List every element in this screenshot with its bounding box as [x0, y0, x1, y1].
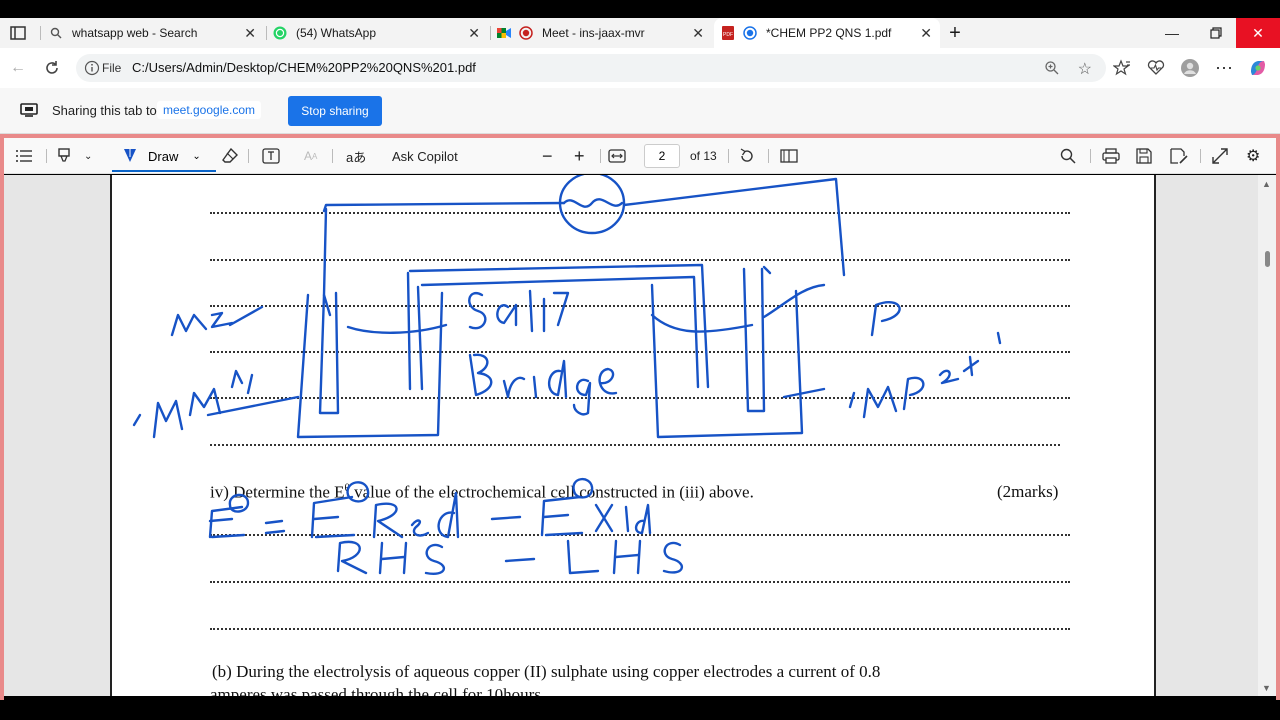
pdf-page: iv) Determine the Eθ value of the electr… — [110, 175, 1156, 696]
text-size-icon: AA — [304, 149, 318, 163]
tab-pdf-active[interactable]: PDF *CHEM PP2 QNS 1.pdf ✕ — [714, 18, 940, 48]
vertical-scrollbar[interactable]: ▲ ▼ — [1258, 175, 1276, 696]
pdf-viewer[interactable]: iv) Determine the Eθ value of the electr… — [4, 175, 1276, 696]
save-as-icon[interactable] — [1170, 146, 1188, 166]
pdf-icon: PDF — [720, 25, 736, 41]
stop-sharing-button[interactable]: Stop sharing — [288, 96, 382, 126]
meet-icon — [496, 25, 512, 41]
whatsapp-icon — [272, 25, 288, 41]
text-box-icon[interactable] — [262, 146, 280, 166]
tab-meet[interactable]: Meet - ins-jaax-mvr ✕ — [496, 18, 712, 48]
ask-copilot-button[interactable]: Ask Copilot — [392, 146, 458, 166]
svg-text:PDF: PDF — [723, 32, 733, 38]
expand-icon[interactable] — [1212, 146, 1228, 166]
top-black-bar — [0, 0, 1280, 18]
tab-title: *CHEM PP2 QNS 1.pdf — [766, 26, 892, 40]
tab-strip: whatsapp web - Search ✕ (54) WhatsApp ✕ … — [0, 18, 1280, 48]
scheme-label: File — [102, 61, 122, 75]
highlight-icon[interactable] — [56, 146, 74, 166]
profile-avatar-icon[interactable] — [1180, 58, 1200, 78]
tab-sharing-bar: Sharing this tab to meet.google.com Stop… — [0, 88, 1280, 134]
save-icon[interactable] — [1136, 146, 1152, 166]
draw-label: Draw — [148, 148, 179, 164]
handwritten-ink-drawing — [132, 175, 1002, 575]
zoom-icon[interactable] — [1044, 60, 1060, 76]
address-bar[interactable]: File C:/Users/Admin/Desktop/CHEM%20PP2%2… — [76, 54, 1106, 82]
tab-title: (54) WhatsApp — [296, 26, 377, 40]
favorite-star-icon[interactable]: ☆ — [1078, 59, 1092, 79]
search-icon[interactable] — [1060, 146, 1076, 166]
tab-title: Meet - ins-jaax-mvr — [542, 26, 645, 40]
tab-actions-icon[interactable] — [10, 26, 26, 40]
browser-window: whatsapp web - Search ✕ (54) WhatsApp ✕ … — [0, 0, 1280, 720]
sharing-label: Sharing this tab to — [52, 103, 157, 118]
browser-essentials-icon[interactable] — [1146, 58, 1166, 78]
screen-share-icon — [20, 103, 38, 117]
scrollbar-thumb[interactable] — [1265, 251, 1270, 267]
favorites-icon[interactable] — [1112, 58, 1132, 78]
page-view-icon[interactable] — [780, 146, 798, 166]
toolbar-separator — [1200, 149, 1201, 163]
toolbar-separator — [768, 149, 769, 163]
toolbar-separator — [248, 149, 249, 163]
address-bar-row: ← File C:/Users/Admin/Desktop/CHEM%20PP2… — [0, 48, 1280, 88]
rotate-icon[interactable] — [738, 146, 756, 166]
close-icon[interactable]: ✕ — [692, 25, 704, 42]
more-menu-icon[interactable]: ⋯ — [1214, 58, 1234, 78]
tab-separator — [266, 26, 267, 40]
restore-button[interactable] — [1194, 18, 1238, 48]
settings-gear-icon[interactable]: ⚙ — [1246, 146, 1260, 166]
chevron-down-icon[interactable]: ⌄ — [84, 146, 92, 166]
tab-separator — [40, 26, 41, 40]
zoom-in-icon[interactable]: + — [574, 146, 585, 166]
close-window-button[interactable]: ✕ — [1236, 18, 1280, 48]
toolbar-separator — [600, 149, 601, 163]
print-icon[interactable] — [1102, 146, 1120, 166]
zoom-out-icon[interactable]: − — [542, 146, 553, 166]
fit-page-icon[interactable] — [608, 146, 626, 166]
back-button[interactable]: ← — [8, 58, 28, 78]
toolbar-separator — [1090, 149, 1091, 163]
new-tab-button[interactable]: + — [944, 18, 966, 48]
pen-icon — [124, 149, 136, 162]
bottom-black-bar — [0, 700, 1280, 720]
close-icon[interactable]: ✕ — [920, 25, 932, 42]
toolbar-separator — [728, 149, 729, 163]
page-total: of 13 — [690, 149, 717, 163]
search-icon — [48, 25, 64, 41]
minimize-button[interactable]: — — [1150, 18, 1194, 48]
toolbar-separator — [46, 149, 47, 163]
close-icon[interactable]: ✕ — [244, 25, 256, 42]
contents-icon[interactable] — [16, 146, 34, 166]
page-number-input[interactable]: 2 — [644, 144, 680, 168]
sharing-indicator-icon — [742, 25, 758, 41]
scroll-down-icon[interactable]: ▼ — [1262, 683, 1271, 693]
copilot-icon[interactable] — [1248, 58, 1268, 78]
tab-whatsapp[interactable]: (54) WhatsApp ✕ — [272, 18, 488, 48]
chevron-down-icon: ⌄ — [192, 150, 201, 162]
tab-title: whatsapp web - Search — [72, 26, 198, 40]
read-aloud-icon[interactable]: aあ — [346, 146, 366, 166]
eraser-icon[interactable] — [222, 146, 238, 166]
pdf-toolbar: ⌄ Draw ⌄ AA aあ Ask Copilot − + 2 of 13 ⚙ — [4, 138, 1276, 174]
refresh-button[interactable] — [42, 58, 62, 78]
tab-whatsapp-search[interactable]: whatsapp web - Search ✕ — [48, 18, 264, 48]
info-icon[interactable] — [84, 60, 100, 76]
url-text[interactable]: C:/Users/Admin/Desktop/CHEM%20PP2%20QNS%… — [132, 60, 476, 75]
sharing-domain: meet.google.com — [157, 101, 262, 119]
scroll-up-icon[interactable]: ▲ — [1262, 179, 1271, 189]
close-icon[interactable]: ✕ — [468, 25, 480, 42]
toolbar-separator — [332, 149, 333, 163]
draw-tool-button[interactable]: Draw ⌄ — [112, 142, 216, 172]
tab-separator — [490, 26, 491, 40]
recording-icon — [518, 25, 534, 41]
